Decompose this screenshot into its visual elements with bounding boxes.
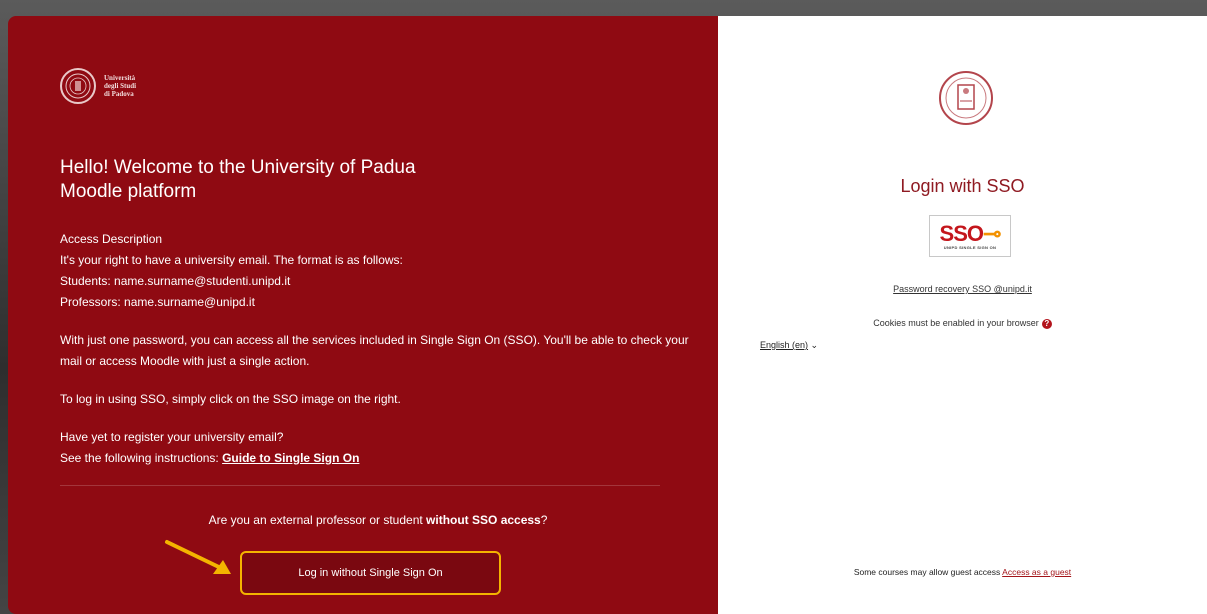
question-icon[interactable]: ? bbox=[1041, 318, 1052, 329]
guest-access-link[interactable]: Access as a guest bbox=[1002, 567, 1071, 577]
students-format: Students: name.surname@studenti.unipd.it bbox=[60, 274, 291, 288]
chevron-down-icon: ⌄ bbox=[810, 340, 819, 350]
instructions-text: See the following instructions: bbox=[60, 451, 223, 465]
arrow-icon bbox=[165, 540, 231, 574]
sso-info-text: With just one password, you can access a… bbox=[60, 333, 689, 368]
sso-howto-text: To log in using SSO, simply click on the… bbox=[60, 392, 401, 406]
guest-access-row: Some courses may allow guest access Acce… bbox=[853, 567, 1072, 577]
register-question: Have yet to register your university ema… bbox=[60, 430, 284, 444]
password-recovery-link[interactable]: Password recovery SSO @unipd.it bbox=[718, 284, 1207, 294]
login-without-sso-button[interactable]: Log in without Single Sign On bbox=[240, 551, 501, 595]
login-panel: Login with SSO SSO⊸ UNIPD SINGLE SIGN ON… bbox=[718, 16, 1207, 614]
university-seal-icon bbox=[60, 68, 96, 104]
sso-login-button[interactable]: SSO⊸ UNIPD SINGLE SIGN ON bbox=[929, 215, 1011, 257]
access-description: Access Description It's your right to ha… bbox=[60, 229, 700, 469]
welcome-title: Hello! Welcome to the University of Padu… bbox=[60, 157, 416, 202]
welcome-panel: Università degli Studi di Padova Hello! … bbox=[8, 16, 718, 614]
access-heading: Access Description bbox=[60, 232, 163, 246]
cookies-notice: Cookies must be enabled in your browser? bbox=[718, 318, 1207, 329]
divider bbox=[60, 485, 660, 486]
login-title: Login with SSO bbox=[900, 176, 1025, 196]
language-selector[interactable]: English (en) ⌄ bbox=[760, 340, 818, 351]
guide-link[interactable]: Guide to Single Sign On bbox=[222, 451, 359, 465]
external-user-prompt: Are you an external professor or student… bbox=[208, 513, 548, 527]
without-sso-emphasis: without SSO access bbox=[426, 513, 541, 527]
sso-logo-subtitle: UNIPD SINGLE SIGN ON bbox=[943, 244, 997, 250]
logo-line-3: di Padova bbox=[104, 90, 134, 98]
professors-format: Professors: name.surname@unipd.it bbox=[60, 295, 255, 309]
logo-line-1: Università bbox=[104, 74, 136, 82]
logo-line-2: degli Studi bbox=[104, 82, 137, 90]
university-logo: Università degli Studi di Padova bbox=[60, 68, 136, 104]
university-seal-icon bbox=[939, 71, 993, 125]
email-format-text: It's your right to have a university ema… bbox=[60, 253, 403, 267]
sso-logo: SSO⊸ bbox=[939, 220, 1002, 246]
